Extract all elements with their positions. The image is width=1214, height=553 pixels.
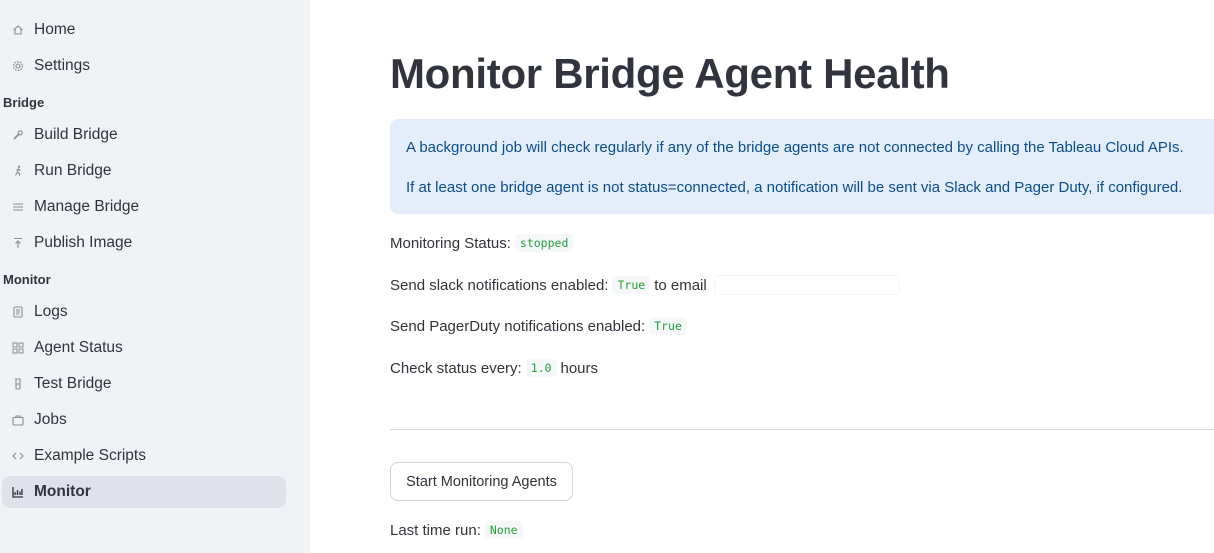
divider	[390, 429, 1214, 430]
pagerduty-notifications-value: True	[649, 317, 687, 335]
pagerduty-notifications-row: Send PagerDuty notifications enabled: Tr…	[390, 317, 691, 335]
grid-icon	[11, 341, 25, 355]
runner-icon	[11, 164, 25, 178]
sidebar-item-label: Publish Image	[34, 234, 133, 251]
home-icon	[11, 23, 25, 37]
main-content: Monitor Bridge Agent Health A background…	[310, 0, 1214, 553]
sidebar-item-label: Test Bridge	[34, 375, 112, 392]
sidebar-item-logs[interactable]: Logs	[2, 296, 286, 328]
check-status-unit: hours	[560, 359, 599, 377]
sidebar-item-test-bridge[interactable]: Test Bridge	[2, 368, 286, 400]
list-icon	[11, 200, 25, 214]
slack-notifications-row: Send slack notifications enabled: True t…	[390, 275, 900, 295]
sidebar-item-label: Build Bridge	[34, 126, 118, 143]
page-title: Monitor Bridge Agent Health	[390, 50, 950, 97]
sidebar-item-monitor[interactable]: Monitor	[2, 476, 286, 508]
sidebar-item-agent-status[interactable]: Agent Status	[2, 332, 286, 364]
check-status-value: 1.0	[525, 359, 557, 377]
section-label-bridge: Bridge	[3, 95, 45, 110]
test-tube-icon	[11, 377, 25, 391]
check-status-row: Check status every: 1.0 hours	[390, 359, 598, 377]
info-alert: A background job will check regularly if…	[390, 119, 1214, 214]
sidebar-item-settings[interactable]: Settings	[2, 50, 286, 82]
check-status-label: Check status every:	[390, 359, 522, 377]
pagerduty-notifications-label: Send PagerDuty notifications enabled:	[390, 317, 646, 335]
sidebar-item-label: Settings	[34, 57, 91, 74]
sidebar-item-label: Logs	[34, 303, 68, 320]
document-icon	[11, 305, 25, 319]
sidebar-item-label: Run Bridge	[34, 162, 112, 179]
wrench-icon	[11, 128, 25, 142]
monitor-chart-icon	[11, 485, 25, 499]
sidebar-item-home[interactable]: Home	[2, 14, 286, 46]
sidebar-item-manage-bridge[interactable]: Manage Bridge	[2, 191, 286, 223]
sidebar-item-label: Monitor	[34, 483, 91, 500]
section-label-monitor: Monitor	[3, 272, 51, 287]
sidebar-item-label: Jobs	[34, 411, 67, 428]
sidebar: Home Settings Bridge Build Bridge Run Br…	[0, 0, 310, 553]
sidebar-item-example-scripts[interactable]: Example Scripts	[2, 440, 286, 472]
sidebar-item-label: Manage Bridge	[34, 198, 140, 215]
sidebar-item-label: Example Scripts	[34, 447, 146, 464]
slack-notifications-value: True	[612, 276, 651, 294]
sidebar-item-label: Agent Status	[34, 339, 123, 356]
last-run-value: None	[484, 521, 523, 539]
sidebar-item-run-bridge[interactable]: Run Bridge	[2, 155, 286, 187]
sidebar-item-publish-image[interactable]: Publish Image	[2, 227, 286, 259]
to-email-label: to email	[654, 276, 707, 294]
upload-icon	[11, 236, 25, 250]
monitoring-status-label: Monitoring Status:	[390, 234, 511, 252]
last-run-label: Last time run:	[390, 521, 481, 539]
slack-notifications-label: Send slack notifications enabled:	[390, 276, 609, 294]
monitoring-status-row: Monitoring Status: stopped	[390, 234, 577, 252]
sidebar-item-build-bridge[interactable]: Build Bridge	[2, 119, 286, 151]
briefcase-icon	[11, 413, 25, 427]
info-line: If at least one bridge agent is not stat…	[406, 179, 1183, 196]
monitoring-status-value: stopped	[514, 234, 574, 252]
last-run-row: Last time run: None	[390, 521, 527, 539]
email-value-field	[713, 275, 900, 295]
code-icon	[11, 449, 25, 463]
sidebar-item-jobs[interactable]: Jobs	[2, 404, 286, 436]
gear-icon	[11, 59, 25, 73]
info-line: A background job will check regularly if…	[406, 139, 1184, 156]
sidebar-item-label: Home	[34, 21, 76, 38]
start-monitoring-button[interactable]: Start Monitoring Agents	[390, 462, 573, 501]
